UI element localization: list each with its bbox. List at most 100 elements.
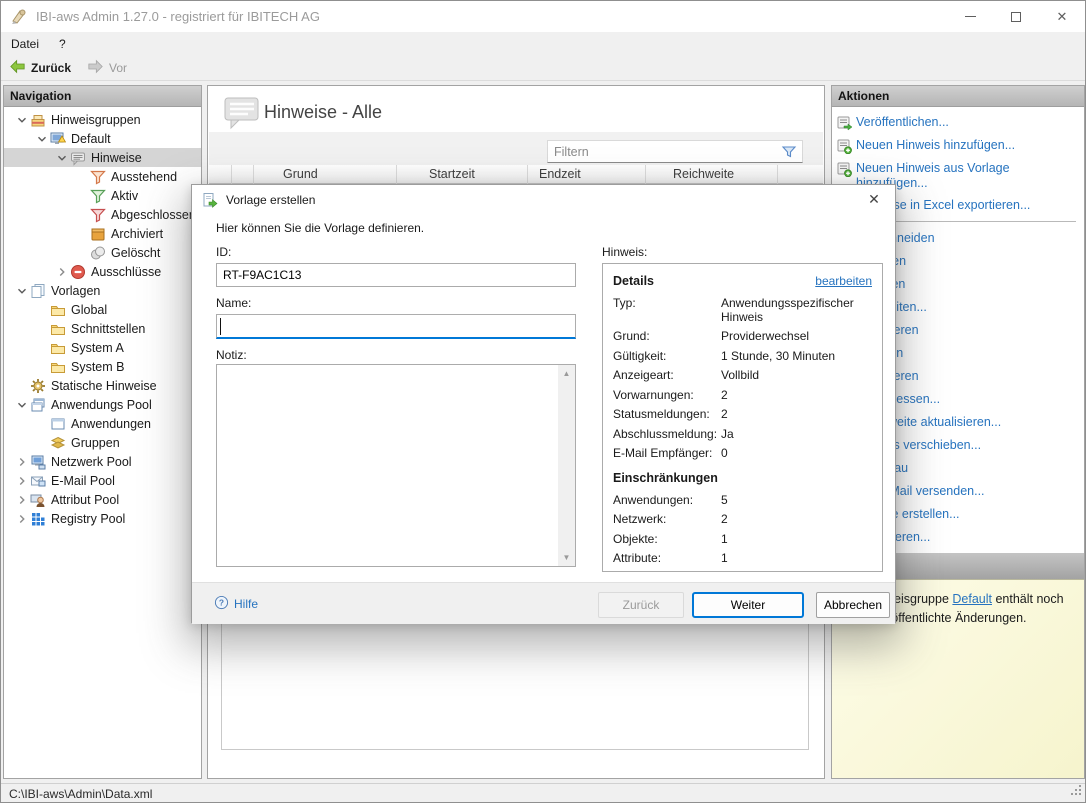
tree-item-gruppen[interactable]: Gruppen <box>4 433 201 452</box>
id-field[interactable] <box>216 263 576 287</box>
tree-item-label: System A <box>71 341 124 355</box>
menubar: Datei ? <box>1 32 1085 56</box>
action-veroeffentlichen[interactable]: Veröffentlichen... <box>836 115 1078 131</box>
menu-datei[interactable]: Datei <box>1 33 49 55</box>
detail-label: Gültigkeit: <box>613 350 721 364</box>
notification-default-link[interactable]: Default <box>952 592 992 606</box>
chevron-spacer <box>14 378 30 394</box>
dialog-subtitle: Hier können Sie die Vorlage definieren. <box>216 221 424 235</box>
forward-button[interactable]: Vor <box>79 56 135 81</box>
tree-item-statische-hinweise[interactable]: Statische Hinweise <box>4 376 201 395</box>
chevron-right-icon[interactable] <box>14 511 30 527</box>
chevron-down-icon[interactable] <box>54 150 70 166</box>
chevron-down-icon[interactable] <box>14 397 30 413</box>
dialog-close-icon[interactable]: ✕ <box>863 191 885 211</box>
chevron-right-icon[interactable] <box>14 492 30 508</box>
help-icon: ? <box>214 595 229 613</box>
chevron-spacer <box>34 340 50 356</box>
chevron-right-icon[interactable] <box>14 473 30 489</box>
menu-help[interactable]: ? <box>49 33 76 55</box>
help-link[interactable]: ? Hilfe <box>214 595 258 613</box>
abbrechen-button[interactable]: Abbrechen <box>816 592 890 618</box>
tree-item-abgeschlossen[interactable]: Abgeschlossen <box>4 205 201 224</box>
detail-row: Attribute:1 <box>613 552 872 566</box>
hinweise-bubble-icon <box>224 96 260 130</box>
chevron-down-icon[interactable] <box>14 283 30 299</box>
tree-item-schnittstellen[interactable]: Schnittstellen <box>4 319 201 338</box>
close-button[interactable]: ✕ <box>1039 1 1085 32</box>
filter-input[interactable] <box>548 145 781 159</box>
tree-item-default[interactable]: Default <box>4 129 201 148</box>
filter-funnel-icon[interactable] <box>781 144 797 160</box>
tree-item-global[interactable]: Global <box>4 300 201 319</box>
zurueck-button[interactable]: Zurück <box>598 592 684 618</box>
help-label: Hilfe <box>234 597 258 611</box>
navigation-header: Navigation <box>4 86 201 107</box>
tree-item-label: Default <box>71 132 111 146</box>
tree-item-system-b[interactable]: System B <box>4 357 201 376</box>
details-rows: Typ:Anwendungsspezifischer HinweisGrund:… <box>613 297 872 461</box>
detail-row: Anzeigeart:Vollbild <box>613 369 872 383</box>
column-header-startzeit[interactable]: Startzeit <box>429 167 475 181</box>
column-separator[interactable] <box>231 165 232 184</box>
scroll-up-icon[interactable]: ▲ <box>563 365 571 382</box>
action-neuen-hinweis-hinzufuegen[interactable]: Neuen Hinweis hinzufügen... <box>836 138 1078 154</box>
detail-row: Gültigkeit:1 Stunde, 30 Minuten <box>613 350 872 364</box>
name-field[interactable] <box>216 314 576 339</box>
tree-item-attribut-pool[interactable]: Attribut Pool <box>4 490 201 509</box>
notiz-field[interactable]: ▲ ▼ <box>216 364 576 567</box>
dialog-titlebar: Vorlage erstellen ✕ <box>192 185 895 215</box>
resize-grip-icon[interactable] <box>1070 784 1082 799</box>
tree-item-e-mail-pool[interactable]: E-Mail Pool <box>4 471 201 490</box>
app-window-icon <box>50 416 66 432</box>
minimize-button[interactable] <box>947 1 993 32</box>
tree-item-vorlagen[interactable]: Vorlagen <box>4 281 201 300</box>
maximize-button[interactable] <box>993 1 1039 32</box>
chevron-spacer <box>74 169 90 185</box>
column-separator[interactable] <box>645 165 646 184</box>
tree-item-label: Abgeschlossen <box>111 208 196 222</box>
detail-row: Grund:Providerwechsel <box>613 330 872 344</box>
package-icon <box>30 112 46 128</box>
tree-item-aktiv[interactable]: Aktiv <box>4 186 201 205</box>
doc-add-icon <box>836 138 852 154</box>
detail-value: 1 Stunde, 30 Minuten <box>721 350 871 364</box>
tree-item-ausschluesse[interactable]: Ausschlüsse <box>4 262 201 281</box>
detail-row: Vorwarnungen:2 <box>613 389 872 403</box>
toolbar: Zurück Vor <box>1 56 1085 81</box>
page-title: Hinweise - Alle <box>264 102 382 123</box>
tree-item-label: Vorlagen <box>51 284 100 298</box>
constraints-rows: Anwendungen:5Netzwerk:2Objekte:1Attribut… <box>613 494 872 566</box>
chevron-down-icon[interactable] <box>14 112 30 128</box>
tree-item-label: Attribut Pool <box>51 493 119 507</box>
tree-item-geloescht[interactable]: Gelöscht <box>4 243 201 262</box>
weiter-button[interactable]: Weiter <box>692 592 804 618</box>
tree-item-registry-pool[interactable]: Registry Pool <box>4 509 201 528</box>
detail-row: Anwendungen:5 <box>613 494 872 508</box>
column-separator[interactable] <box>253 165 254 184</box>
column-separator[interactable] <box>777 165 778 184</box>
tree-item-netzwerk-pool[interactable]: Netzwerk Pool <box>4 452 201 471</box>
tree-item-hinweisgruppen[interactable]: Hinweisgruppen <box>4 110 201 129</box>
tree-item-anwendungs-pool[interactable]: Anwendungs Pool <box>4 395 201 414</box>
column-header-reichweite[interactable]: Reichweite <box>673 167 734 181</box>
chevron-right-icon[interactable] <box>14 454 30 470</box>
bearbeiten-link[interactable]: bearbeiten <box>815 274 872 288</box>
scroll-down-icon[interactable]: ▼ <box>563 549 571 566</box>
doc-add-icon <box>836 161 852 177</box>
scrollbar[interactable]: ▲ ▼ <box>558 365 575 566</box>
funnel-orange-icon <box>90 169 106 185</box>
column-header-grund[interactable]: Grund <box>283 167 318 181</box>
tree-item-hinweise[interactable]: Hinweise <box>4 148 201 167</box>
tree-item-archiviert[interactable]: Archiviert <box>4 224 201 243</box>
column-header-endzeit[interactable]: Endzeit <box>539 167 581 181</box>
back-button[interactable]: Zurück <box>1 56 79 81</box>
column-separator[interactable] <box>527 165 528 184</box>
tree-item-system-a[interactable]: System A <box>4 338 201 357</box>
chevron-spacer <box>74 245 90 261</box>
tree-item-anwendungen[interactable]: Anwendungen <box>4 414 201 433</box>
chevron-down-icon[interactable] <box>34 131 50 147</box>
column-separator[interactable] <box>396 165 397 184</box>
tree-item-ausstehend[interactable]: Ausstehend <box>4 167 201 186</box>
chevron-right-icon[interactable] <box>54 264 70 280</box>
